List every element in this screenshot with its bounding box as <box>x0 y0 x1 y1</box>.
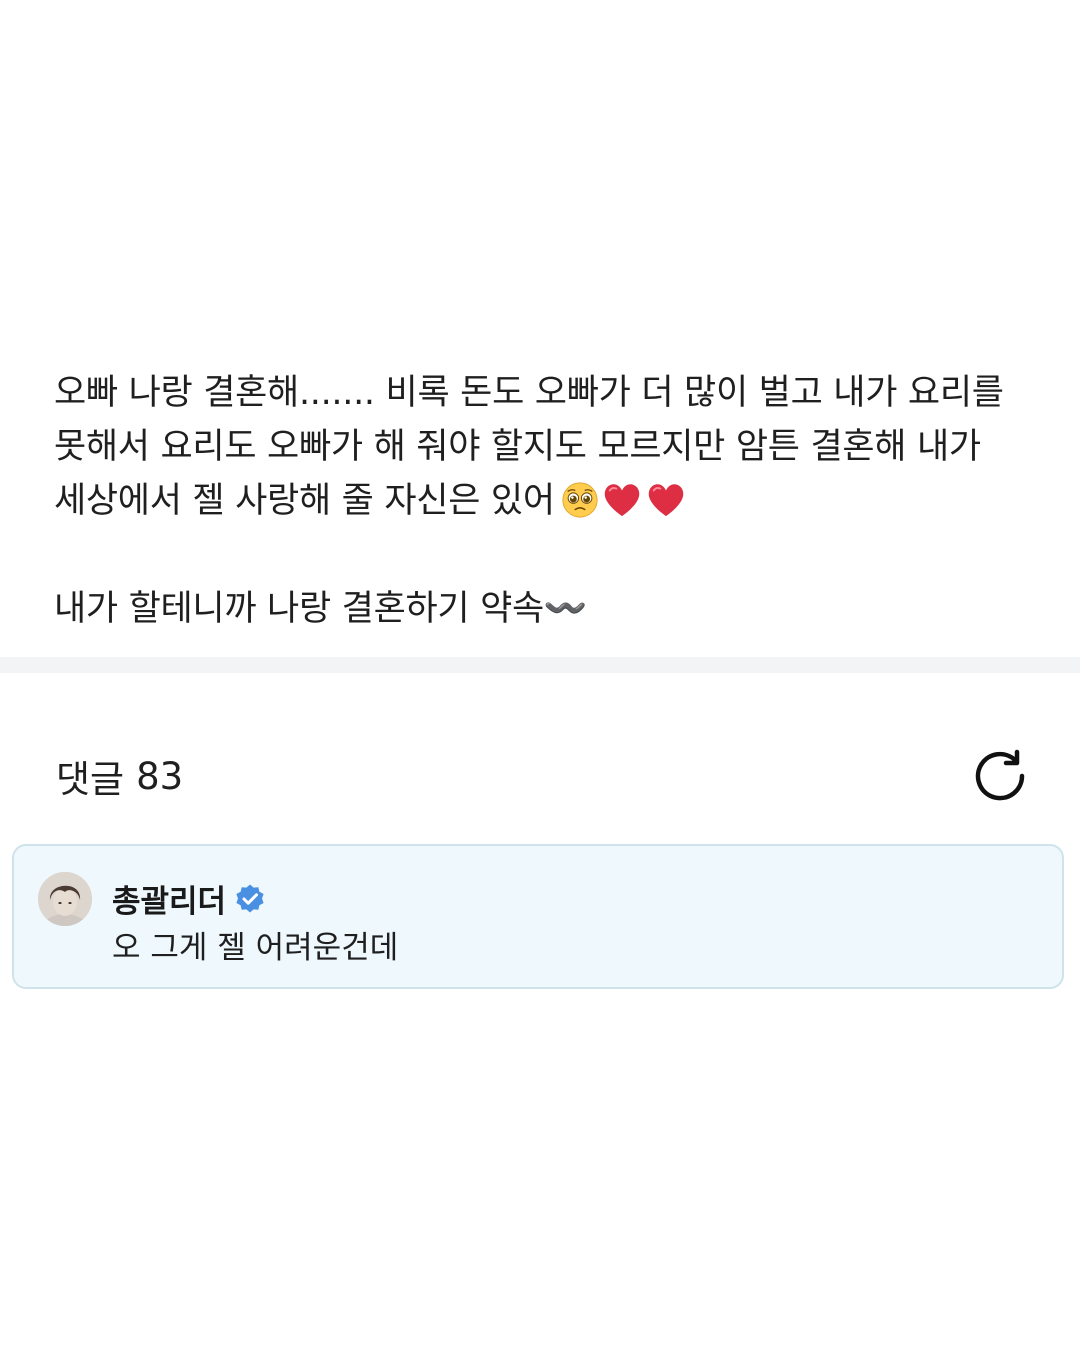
comment-author-name: 총괄리더 <box>112 884 227 920</box>
post-line-1: 오빠 나랑 결혼해....... 비록 돈도 오빠가 더 많이 벌고 내가 요리… <box>54 373 1004 413</box>
avatar[interactable] <box>38 872 92 926</box>
comment-author[interactable]: 총괄리더 <box>112 876 266 921</box>
post-body: 오빠 나랑 결혼해....... 비록 돈도 오빠가 더 많이 벌고 내가 요리… <box>54 366 1044 636</box>
red-heart-emoji <box>604 484 639 517</box>
comments-header: 댓글 83 <box>56 748 183 804</box>
post-paragraph-gap <box>54 528 1044 582</box>
comments-label: 댓글 <box>56 758 125 801</box>
red-heart-emoji <box>648 484 683 517</box>
avatar-image <box>38 872 92 926</box>
post-line-4: 내가 할테니까 나랑 결혼하기 약속〰️ <box>54 589 588 629</box>
post-line-2: 못해서 요리도 오빠가 해 줘야 할지도 모르지만 암튼 결혼해 내가 <box>54 427 981 467</box>
comment-card[interactable]: 총괄리더 오 그게 젤 어려운건데 <box>12 844 1064 989</box>
refresh-icon <box>975 749 1025 801</box>
post-line-3: 세상에서 젤 사랑해 줄 자신은 있어 <box>54 474 1044 528</box>
section-divider <box>0 657 1080 673</box>
comments-count: 83 <box>136 754 184 798</box>
pleading-face-emoji <box>562 482 598 518</box>
verified-badge-icon <box>236 884 264 912</box>
comment-text: 오 그게 젤 어려운건데 <box>112 930 399 966</box>
post-line-3-text: 세상에서 젤 사랑해 줄 자신은 있어 <box>54 481 555 521</box>
refresh-button[interactable] <box>972 746 1032 806</box>
